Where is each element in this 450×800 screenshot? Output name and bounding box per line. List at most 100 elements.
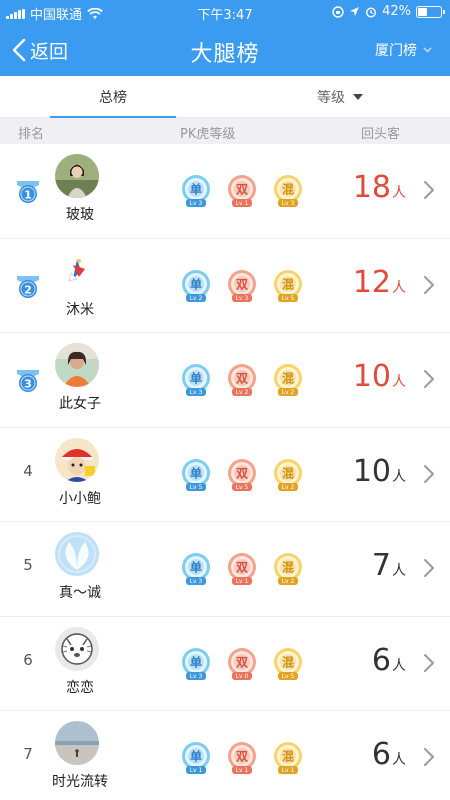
- mixed-badge-icon: 混 Lv 2: [272, 363, 304, 399]
- badge-glyph: 双: [236, 183, 248, 197]
- badge-glyph: 单: [190, 276, 202, 291]
- returning-count-unit: 人: [392, 468, 406, 485]
- badge-glyph: 双: [236, 277, 248, 291]
- ranking-row[interactable]: 7 时光流转 单 Lv 1 双 Lv 1 混 Lv 1 6人: [0, 711, 450, 800]
- chevron-right-icon[interactable]: [422, 464, 436, 484]
- tab-level-label: 等级: [317, 90, 345, 106]
- badge-level-text: Lv 3: [190, 389, 203, 396]
- double-badge-icon: 双 Lv 0: [226, 647, 258, 683]
- user-name: 恋恋: [66, 679, 94, 696]
- ranking-row[interactable]: 5 真～诚 单 Lv 3 双 Lv 1 混 Lv 2 7人: [0, 522, 450, 617]
- badge-level-text: Lv 1: [282, 767, 295, 774]
- badge-level-text: Lv 1: [190, 767, 203, 774]
- avatar[interactable]: [55, 532, 99, 576]
- returning-count: 12 人: [353, 265, 406, 300]
- ranking-row[interactable]: 4 小小鲍 单 Lv 5 双 Lv 5 混 Lv 2 10 人: [0, 427, 450, 522]
- returning-count-value: 18: [352, 170, 391, 205]
- avatar[interactable]: [55, 343, 99, 387]
- user-name: 此女子: [59, 396, 101, 412]
- badge-glyph: 单: [190, 654, 202, 669]
- badge-level-text: Lv 3: [190, 578, 203, 585]
- ranking-row[interactable]: 1 玻玻 单 Lv 3 双 Lv 1 混 Lv 3 18 人: [0, 144, 450, 239]
- badge-glyph: 双: [236, 372, 248, 386]
- avatar[interactable]: [55, 437, 99, 482]
- returning-count: 10 人: [353, 359, 406, 394]
- tab-total[interactable]: 总榜: [50, 76, 176, 119]
- tab-level[interactable]: 等级: [280, 76, 400, 118]
- returning-count-unit: 人: [392, 279, 406, 296]
- single-badge-icon: 单 Lv 3: [180, 363, 212, 399]
- badge-glyph: 双: [236, 466, 248, 480]
- battery-icon: [416, 5, 445, 18]
- user-name: 时光流转: [52, 774, 108, 790]
- chevron-right-icon[interactable]: [422, 275, 436, 295]
- badge-level-text: Lv 5: [190, 484, 203, 491]
- ranking-list: 1 玻玻单 Lv 3 双 Lv 1 混 Lv 3 18 人 2 沐米单 Lv 2 双 Lv 3 混 Lv 51…: [0, 144, 450, 800]
- mixed-badge-icon: 混 Lv 1: [272, 741, 304, 777]
- returning-count-unit: 人: [392, 185, 406, 201]
- alarm-icon: [366, 6, 377, 18]
- badge-level-text: Lv 3: [190, 200, 203, 207]
- returning-count: 10 人: [353, 454, 406, 489]
- chevron-right-icon[interactable]: [422, 747, 436, 767]
- badge-level-text: Lv 2: [282, 484, 295, 491]
- city-ranking-dropdown[interactable]: 厦门榜: [375, 40, 432, 60]
- badge-glyph: 混: [282, 276, 294, 291]
- mixed-badge-icon: 混 Lv 2: [272, 458, 304, 494]
- nav-bar: 返回 大腿榜 厦门榜: [0, 24, 450, 76]
- badge-glyph: 单: [190, 749, 202, 764]
- double-badge-icon: 双 Lv 2: [226, 363, 258, 399]
- mixed-badge-icon: 混 Lv 5: [272, 269, 304, 305]
- returning-count-unit: 人: [392, 563, 406, 579]
- level-badges: 单 Lv 3 双 Lv 1 混 Lv 3: [180, 174, 304, 210]
- ranking-row[interactable]: 3 此女子 单 Lv 3 双 Lv 2 混 Lv 2 10 人: [0, 333, 450, 428]
- level-badges: 单 Lv 3 双 Lv 0 混 Lv 5: [180, 647, 304, 683]
- rank-medal-icon: 1: [16, 178, 40, 204]
- badge-level-text: Lv 2: [190, 295, 203, 302]
- double-badge-icon: 双 Lv 1: [226, 552, 258, 588]
- badge-glyph: 混: [282, 749, 294, 764]
- column-level: PK虎等级: [180, 127, 236, 142]
- double-badge-icon: 双 Lv 1: [226, 174, 258, 210]
- badge-level-text: Lv 3: [282, 200, 295, 207]
- mixed-badge-icon: 混 Lv 3: [272, 174, 304, 210]
- ranking-row[interactable]: 6 恋恋单 Lv 3 双 Lv 0 混 Lv 56人: [0, 616, 450, 711]
- badge-glyph: 混: [282, 182, 294, 197]
- returning-count-value: 10: [352, 453, 391, 489]
- avatar[interactable]: [55, 721, 99, 765]
- rank-number: 5: [23, 556, 33, 574]
- level-badges: 单 Lv 5 双 Lv 5 混 Lv 2: [180, 458, 304, 494]
- returning-count-value: 10: [352, 359, 391, 394]
- ranking-tabs: 总榜 等级: [0, 76, 450, 119]
- badge-level-text: Lv 1: [236, 578, 249, 585]
- user-name: 沐米: [66, 301, 94, 318]
- chevron-right-icon[interactable]: [422, 369, 436, 389]
- chevron-right-icon[interactable]: [422, 180, 436, 200]
- badge-glyph: 混: [282, 371, 294, 386]
- returning-count: 6人: [372, 643, 406, 678]
- tab-total-label: 总榜: [99, 90, 127, 106]
- badge-level-text: Lv 1: [236, 200, 249, 207]
- user-name: 小小鲍: [59, 490, 101, 507]
- badge-glyph: 双: [236, 750, 248, 764]
- badge-level-text: Lv 2: [282, 578, 295, 585]
- chevron-right-icon[interactable]: [422, 558, 436, 578]
- single-badge-icon: 单 Lv 3: [180, 174, 212, 210]
- avatar[interactable]: [55, 248, 99, 293]
- returning-count-value: 12: [352, 264, 391, 300]
- badge-level-text: Lv 5: [282, 295, 295, 302]
- avatar[interactable]: [55, 626, 99, 671]
- rank-number: 6: [23, 650, 33, 669]
- badge-glyph: 单: [190, 465, 202, 480]
- double-badge-icon: 双 Lv 5: [226, 458, 258, 494]
- double-badge-icon: 双 Lv 1: [226, 741, 258, 777]
- single-badge-icon: 单 Lv 1: [180, 741, 212, 777]
- avatar[interactable]: [55, 154, 99, 198]
- level-badges: 单 Lv 3 双 Lv 2 混 Lv 2: [180, 363, 304, 399]
- rank-medal-icon: 3: [16, 367, 40, 393]
- ranking-row[interactable]: 2 沐米 单 Lv 2 双 Lv 3 混 Lv 5 12 人: [0, 238, 450, 333]
- badge-level-text: Lv 3: [190, 673, 203, 680]
- chevron-right-icon[interactable]: [422, 653, 436, 673]
- badge-glyph: 单: [190, 560, 202, 575]
- rank-number: 7: [23, 745, 33, 763]
